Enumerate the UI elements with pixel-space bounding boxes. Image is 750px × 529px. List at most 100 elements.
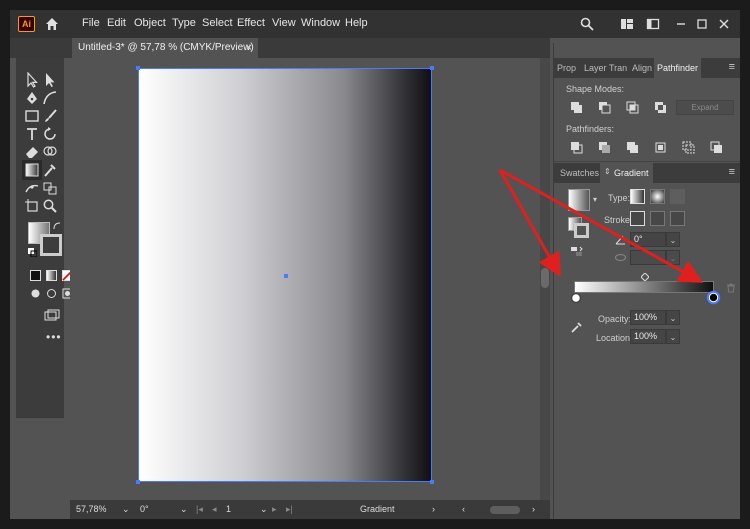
linear-gradient-button[interactable] (630, 189, 645, 204)
rotation-value[interactable]: 0° (140, 504, 149, 514)
menu-effect[interactable]: Effect (237, 17, 265, 29)
maximize-icon[interactable] (695, 17, 709, 31)
zoom-tool-icon[interactable] (42, 198, 58, 214)
eraser-tool-icon[interactable] (24, 144, 40, 160)
outline-icon[interactable] (682, 141, 695, 154)
menu-select[interactable]: Select (202, 17, 233, 29)
opacity-input[interactable]: 100% (630, 310, 666, 325)
close-window-icon[interactable] (717, 17, 731, 31)
minimize-icon[interactable] (674, 17, 688, 31)
horizontal-scroll-thumb[interactable] (490, 506, 520, 514)
angle-dropdown-icon[interactable]: ⌄ (666, 232, 680, 247)
curvature-tool-icon[interactable] (42, 90, 58, 106)
eyedropper-icon[interactable] (570, 320, 584, 334)
merge-icon[interactable] (626, 141, 639, 154)
artboard-tool-icon[interactable] (24, 198, 40, 214)
panel-menu-icon[interactable]: ≡ (729, 61, 735, 73)
more-tools-icon[interactable]: ••• (46, 330, 62, 344)
gradient-rectangle[interactable] (136, 66, 434, 484)
exclude-icon[interactable] (654, 101, 667, 114)
swap-fill-stroke-icon[interactable] (52, 221, 62, 231)
start-color-stop[interactable] (570, 292, 582, 304)
search-icon[interactable] (580, 17, 594, 31)
angle-input[interactable]: 0° (630, 232, 666, 247)
home-icon[interactable] (44, 16, 60, 32)
delete-stop-icon[interactable] (726, 283, 736, 293)
tab-align[interactable]: Align (629, 58, 655, 78)
location-dropdown-icon[interactable]: ⌄ (666, 329, 680, 344)
menu-edit[interactable]: Edit (107, 17, 126, 29)
zoom-level[interactable]: 57,78% (76, 504, 107, 514)
rectangle-tool-icon[interactable] (24, 108, 40, 124)
selection-handle[interactable] (136, 66, 140, 70)
artboard-number[interactable]: 1 (226, 504, 231, 514)
stroke-gradient-across-button[interactable] (670, 211, 685, 226)
selection-tool-icon[interactable] (24, 72, 40, 88)
scroll-left-icon[interactable]: ‹ (462, 504, 465, 514)
midpoint-diamond-icon[interactable] (641, 273, 649, 281)
tab-swatches[interactable]: Swatches (556, 163, 603, 183)
paintbrush-tool-icon[interactable] (42, 108, 58, 124)
selection-handle[interactable] (136, 480, 140, 484)
draw-behind-icon[interactable] (46, 288, 57, 299)
expand-button[interactable]: Expand (676, 100, 734, 115)
menu-help[interactable]: Help (345, 17, 368, 29)
draw-normal-icon[interactable] (30, 288, 41, 299)
crop-icon[interactable] (654, 141, 667, 154)
selection-handle[interactable] (430, 66, 434, 70)
gradient-preview-swatch[interactable] (568, 189, 590, 211)
gradient-tool-icon[interactable] (24, 162, 40, 178)
minus-back-icon[interactable] (710, 141, 723, 154)
gradient-mode-icon[interactable] (46, 270, 57, 281)
document-tab[interactable]: Untitled-3* @ 57,78 % (CMYK/Preview) × (72, 38, 258, 58)
tab-pathfinder[interactable]: Pathfinder (654, 58, 702, 78)
stroke-gradient-along-button[interactable] (650, 211, 665, 226)
stroke-indicator[interactable] (574, 223, 589, 238)
divide-icon[interactable] (570, 141, 583, 154)
vertical-scrollbar[interactable] (540, 58, 550, 500)
rotate-tool-icon[interactable] (42, 126, 58, 142)
aspect-ratio-input[interactable] (630, 250, 666, 265)
type-tool-icon[interactable] (24, 126, 40, 142)
minus-front-icon[interactable] (598, 101, 611, 114)
eyedropper-tool-icon[interactable] (42, 162, 58, 178)
scroll-right-icon[interactable]: › (532, 504, 535, 514)
aspect-dropdown-icon[interactable]: ⌄ (666, 250, 680, 265)
panel-menu-icon[interactable]: ≡ (729, 166, 735, 178)
close-tab-icon[interactable]: × (246, 38, 252, 58)
radial-gradient-button[interactable] (650, 189, 665, 204)
selection-handle[interactable] (430, 480, 434, 484)
intersect-icon[interactable] (626, 101, 639, 114)
rotation-dropdown-icon[interactable]: ⌄ (180, 504, 188, 515)
shape-builder-tool-icon[interactable] (42, 144, 58, 160)
stroke-gradient-within-button[interactable] (630, 211, 645, 226)
symbol-sprayer-tool-icon[interactable] (42, 180, 58, 196)
first-artboard-icon[interactable]: |◂ (196, 504, 203, 515)
default-fill-stroke-icon[interactable] (28, 248, 37, 257)
previous-artboard-icon[interactable]: ◂ (212, 504, 217, 515)
direct-selection-tool-icon[interactable] (42, 72, 58, 88)
tab-properties[interactable]: Prop (554, 58, 579, 78)
canvas-area[interactable] (70, 58, 540, 500)
menu-window[interactable]: Window (301, 17, 340, 29)
location-input[interactable]: 100% (630, 329, 666, 344)
opacity-dropdown-icon[interactable]: ⌄ (666, 310, 680, 325)
puppet-warp-tool-icon[interactable] (24, 180, 40, 196)
screen-mode-icon[interactable] (44, 308, 60, 324)
arrange-documents-icon[interactable] (620, 17, 634, 31)
stroke-swatch[interactable] (40, 234, 62, 256)
pen-tool-icon[interactable] (24, 90, 40, 106)
gradient-slider[interactable] (574, 281, 714, 293)
menu-type[interactable]: Type (172, 17, 196, 29)
color-mode-icon[interactable] (30, 270, 41, 281)
workspace-switcher-icon[interactable] (646, 17, 660, 31)
status-menu-arrow-icon[interactable]: › (432, 504, 435, 514)
menu-object[interactable]: Object (134, 17, 166, 29)
zoom-dropdown-icon[interactable]: ⌄ (122, 504, 130, 515)
menu-view[interactable]: View (272, 17, 296, 29)
unite-icon[interactable] (570, 101, 583, 114)
vertical-scroll-thumb[interactable] (541, 268, 549, 288)
trim-icon[interactable] (598, 141, 611, 154)
gradient-preset-dropdown-icon[interactable]: ▾ (593, 195, 597, 204)
reverse-gradient-icon[interactable] (570, 245, 583, 258)
